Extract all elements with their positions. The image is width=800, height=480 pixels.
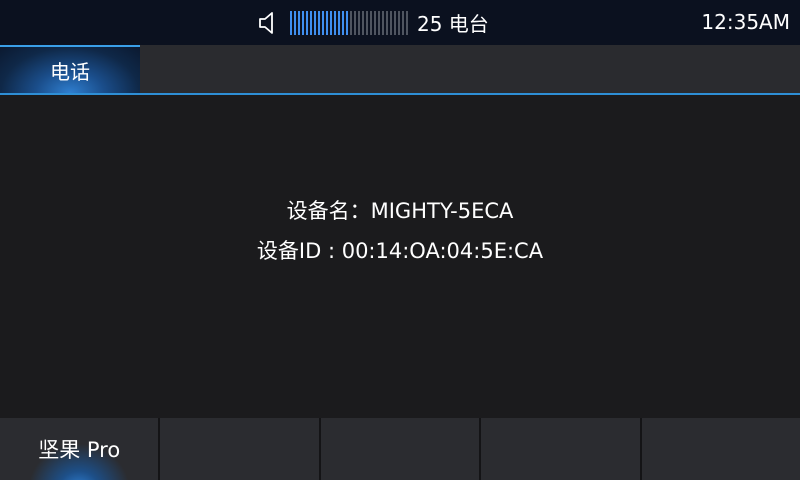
volume-bar [318,10,320,35]
dock-slot-connected-device[interactable]: 坚果 Pro [0,418,159,480]
dock-slot-label [642,418,800,480]
volume-bar [298,10,300,35]
speaker-icon[interactable] [258,11,282,35]
volume-bar [366,10,368,35]
station-label: 25 电台 [417,12,489,36]
volume-bar [334,10,336,35]
tab-bar: 电话 [0,45,800,95]
volume-bar [402,10,404,35]
volume-bar [358,10,360,35]
dock-slot-empty[interactable] [158,418,319,480]
volume-bar [342,10,344,35]
bottom-dock: 坚果 Pro [0,418,800,480]
dock-slot-empty[interactable] [479,418,640,480]
volume-bar [378,10,380,35]
volume-bar [382,10,384,35]
volume-level-bars[interactable] [290,10,410,35]
volume-bar [310,10,312,35]
volume-bar [322,10,324,35]
volume-bar [394,10,396,35]
volume-indicator[interactable]: 25 电台 [258,0,489,45]
tab-phone[interactable]: 电话 [0,45,140,93]
volume-bar [398,10,400,35]
dock-slot-label [321,418,479,480]
volume-bar [386,10,388,35]
volume-bar [354,10,356,35]
status-bar: 25 电台 12:35AM [0,0,800,45]
volume-bar [326,10,328,35]
device-name: 设备名：MIGHTY-5ECA [286,199,514,223]
volume-bar [338,10,340,35]
volume-bar [302,10,304,35]
dock-slot-empty[interactable] [318,418,480,480]
device-id: 设备ID : 00:14:OA:04:5E:CA [256,239,544,263]
bluetooth-device-panel: 设备名：MIGHTY-5ECA 设备ID : 00:14:OA:04:5E:CA [0,95,800,418]
volume-bar [362,10,364,35]
dock-device-label: 坚果 Pro [38,438,121,462]
dock-slot-empty[interactable] [639,418,800,480]
volume-bar [294,10,296,35]
volume-bar [330,10,332,35]
dock-slot-label [160,418,318,480]
clock: 12:35AM [701,10,790,34]
volume-bar [306,10,308,35]
volume-bar [390,10,392,35]
device-info: 设备名：MIGHTY-5ECA 设备ID : 00:14:OA:04:5E:CA [0,191,800,271]
volume-bar [350,10,352,35]
volume-bar [406,10,408,35]
volume-bar [346,10,348,35]
volume-bar [290,10,292,35]
volume-bar [370,10,372,35]
volume-bar [314,10,316,35]
volume-bar [374,10,376,35]
dock-slot-label [481,418,639,480]
